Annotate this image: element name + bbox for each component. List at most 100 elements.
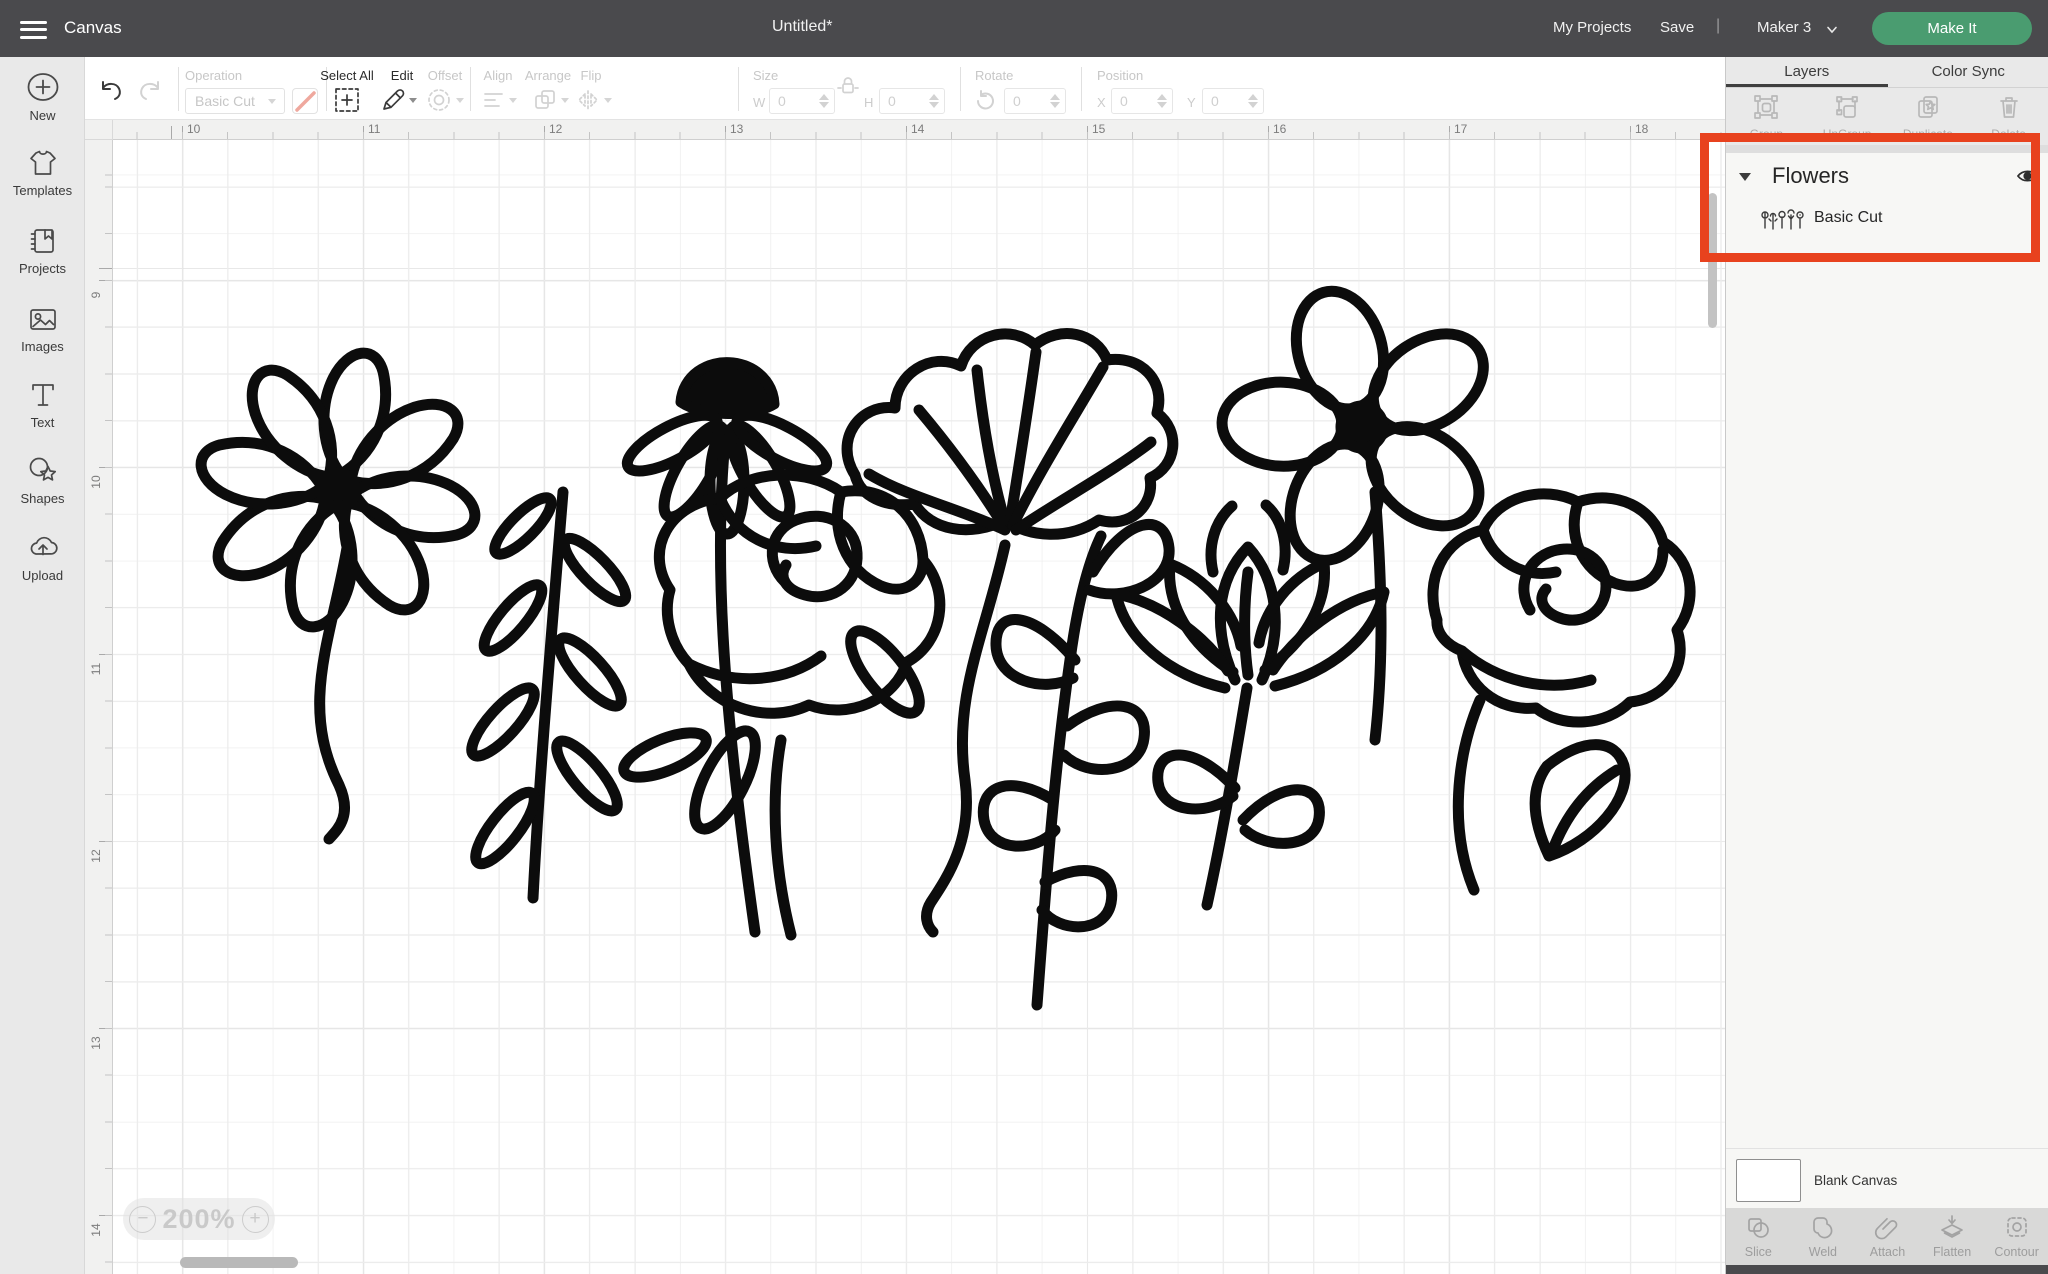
offset-icon bbox=[426, 87, 452, 113]
x-input[interactable] bbox=[1112, 89, 1154, 113]
x-input-box[interactable] bbox=[1111, 88, 1173, 114]
flower-tulip[interactable] bbox=[1116, 505, 1384, 905]
blank-canvas-row: Blank Canvas bbox=[1726, 1148, 2048, 1208]
height-input[interactable] bbox=[880, 89, 926, 113]
operation-label: Operation bbox=[185, 68, 242, 83]
tshirt-icon bbox=[26, 146, 60, 180]
x-label: X bbox=[1097, 95, 1106, 110]
sidebar-item-label: Projects bbox=[0, 261, 85, 276]
chevron-down-icon bbox=[509, 98, 517, 103]
contour-button[interactable]: Contour bbox=[1984, 1208, 2048, 1265]
rotate-input-box[interactable] bbox=[1004, 88, 1066, 114]
document-title[interactable]: Untitled* bbox=[772, 18, 832, 36]
y-stepper[interactable] bbox=[1248, 92, 1260, 112]
sidebar-item-shapes[interactable]: Shapes bbox=[0, 430, 85, 506]
attach-button[interactable]: Attach bbox=[1855, 1208, 1920, 1265]
flip-label: Flip bbox=[573, 68, 609, 83]
height-stepper[interactable] bbox=[929, 92, 941, 112]
rotate-input[interactable] bbox=[1005, 89, 1047, 113]
sidebar-item-label: Images bbox=[0, 339, 85, 354]
duplicate-label: Duplicate bbox=[1888, 127, 1969, 141]
height-label: H bbox=[864, 95, 873, 110]
sidebar-item-upload[interactable]: Upload bbox=[0, 506, 85, 583]
align-icon bbox=[481, 87, 507, 113]
edit-pencil-icon[interactable] bbox=[380, 87, 406, 113]
toolbar-divider bbox=[178, 67, 179, 111]
save-link[interactable]: Save bbox=[1660, 19, 1694, 36]
operation-color-swatch[interactable] bbox=[292, 88, 318, 114]
machine-selector[interactable]: Maker 3 bbox=[1757, 19, 1811, 36]
y-input-box[interactable] bbox=[1202, 88, 1264, 114]
vertical-scrollbar[interactable] bbox=[1708, 193, 1717, 328]
x-stepper[interactable] bbox=[1157, 92, 1169, 112]
ungroup-icon bbox=[1833, 93, 1861, 121]
panel-footer-strip bbox=[1726, 1265, 2048, 1274]
width-input[interactable] bbox=[770, 89, 816, 113]
sidebar-item-templates[interactable]: Templates bbox=[0, 123, 85, 198]
zoom-out-button[interactable]: − bbox=[129, 1206, 156, 1233]
ruler-number: 16 bbox=[1273, 122, 1286, 136]
collapse-triangle-icon[interactable] bbox=[1739, 173, 1751, 181]
height-input-box[interactable] bbox=[879, 88, 945, 114]
layer-group-row[interactable]: Flowers bbox=[1726, 155, 2048, 199]
flower-daisy[interactable] bbox=[196, 348, 480, 839]
flower-rose-2[interactable] bbox=[1433, 494, 1690, 890]
horizontal-scrollbar[interactable] bbox=[180, 1257, 298, 1268]
edit-label[interactable]: Edit bbox=[382, 68, 422, 83]
weld-button[interactable]: Weld bbox=[1791, 1208, 1856, 1265]
undo-icon[interactable] bbox=[98, 79, 126, 103]
rotate-stepper[interactable] bbox=[1050, 92, 1062, 112]
sidebar-item-text[interactable]: Text bbox=[0, 354, 85, 430]
visibility-eye-icon[interactable] bbox=[2016, 166, 2039, 186]
flower-coneflower[interactable] bbox=[620, 363, 834, 932]
my-projects-link[interactable]: My Projects bbox=[1553, 19, 1631, 36]
y-input[interactable] bbox=[1203, 89, 1245, 113]
size-label: Size bbox=[753, 68, 778, 83]
rotate-icon[interactable] bbox=[973, 89, 997, 113]
duplicate-button[interactable]: Duplicate bbox=[1888, 88, 1969, 145]
layer-row-basic-cut[interactable]: Basic Cut bbox=[1726, 199, 2048, 241]
select-all-label[interactable]: Select All bbox=[318, 68, 376, 83]
layer-thumbnail-flowers bbox=[1759, 207, 1805, 231]
flowers-artwork bbox=[85, 140, 1725, 1260]
operation-select[interactable]: Basic Cut bbox=[185, 88, 285, 114]
group-label: Group bbox=[1726, 127, 1807, 141]
width-stepper[interactable] bbox=[819, 92, 831, 112]
ruler-number: 14 bbox=[911, 122, 924, 136]
sidebar-item-projects[interactable]: Projects bbox=[0, 198, 85, 276]
zoom-in-button[interactable]: + bbox=[242, 1206, 269, 1233]
make-it-button[interactable]: Make It bbox=[1872, 12, 2032, 45]
chevron-down-icon bbox=[409, 98, 417, 103]
sidebar-item-new[interactable]: New bbox=[0, 57, 85, 123]
sidebar-item-label: Templates bbox=[0, 183, 85, 198]
hamburger-menu-icon[interactable] bbox=[20, 16, 47, 40]
tab-layers[interactable]: Layers bbox=[1726, 57, 1888, 87]
redo-icon[interactable] bbox=[135, 79, 163, 103]
text-icon bbox=[26, 378, 60, 412]
ungroup-button[interactable]: UnGroup bbox=[1807, 88, 1888, 145]
width-label: W bbox=[753, 95, 765, 110]
chevron-down-icon[interactable] bbox=[1826, 24, 1838, 36]
ruler-number: 17 bbox=[1454, 122, 1467, 136]
group-button[interactable]: Group bbox=[1726, 88, 1807, 145]
slice-button[interactable]: Slice bbox=[1726, 1208, 1791, 1265]
delete-button[interactable]: Delete bbox=[1968, 88, 2048, 145]
blank-canvas-swatch[interactable] bbox=[1736, 1159, 1801, 1202]
y-label: Y bbox=[1187, 95, 1196, 110]
ruler-number: 11 bbox=[89, 660, 103, 678]
sidebar-item-images[interactable]: Images bbox=[0, 276, 85, 354]
weld-label: Weld bbox=[1791, 1245, 1856, 1259]
arrange-icon bbox=[532, 87, 558, 113]
lock-icon[interactable] bbox=[837, 75, 859, 95]
image-icon bbox=[26, 302, 60, 336]
ruler-number: 15 bbox=[1092, 122, 1105, 136]
select-all-icon[interactable] bbox=[334, 87, 360, 113]
duplicate-icon bbox=[1914, 93, 1942, 121]
flower-rose[interactable] bbox=[618, 475, 940, 935]
width-input-box[interactable] bbox=[769, 88, 835, 114]
flatten-button[interactable]: Flatten bbox=[1920, 1208, 1985, 1265]
header-divider: | bbox=[1716, 17, 1720, 35]
tab-color-sync[interactable]: Color Sync bbox=[1888, 57, 2048, 87]
flower-leafy-branch[interactable] bbox=[463, 491, 633, 898]
ruler-number: 13 bbox=[730, 122, 743, 136]
